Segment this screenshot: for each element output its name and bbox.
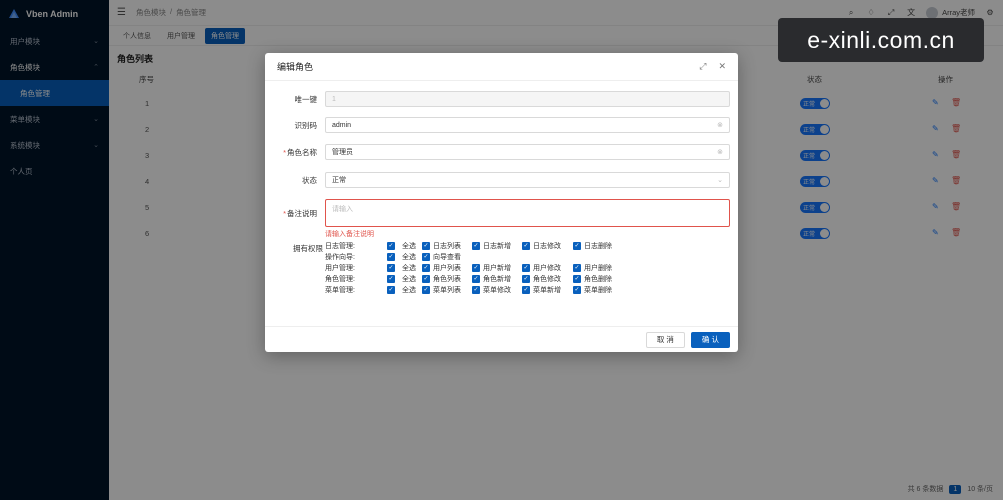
modal-header: 编辑角色 ⤢ ✕ xyxy=(265,53,738,81)
remark-textarea[interactable]: 请输入 xyxy=(325,199,730,227)
uid-label: 唯一键 xyxy=(294,94,318,104)
permission-group: 操作向导: xyxy=(325,254,355,261)
permission-row: 用户管理: ✓ 全选 ✓ 用户列表 ✓ 用户新增 ✓ 用户修改 ✓ 用户删除 xyxy=(325,263,725,273)
watermark: e-xinli.com.cn xyxy=(778,18,984,62)
permission-group: 日志管理: xyxy=(325,243,355,250)
checkbox-check-icon: ✓ xyxy=(387,264,395,272)
checkbox-check-icon: ✓ xyxy=(422,286,430,294)
status-label: 状态 xyxy=(302,175,317,185)
clear-icon[interactable]: ⊗ xyxy=(717,148,723,156)
permission-checkbox[interactable]: ✓ 全选 xyxy=(387,285,416,295)
cancel-button[interactable]: 取 消 xyxy=(645,331,685,348)
uid-field: 1 xyxy=(325,91,730,107)
permission-row: 角色管理: ✓ 全选 ✓ 角色列表 ✓ 角色新增 ✓ 角色修改 ✓ 角色删除 xyxy=(325,274,725,284)
checkbox-check-icon: ✓ xyxy=(422,275,430,283)
permission-checkbox[interactable]: ✓ 全选 xyxy=(387,263,416,273)
remark-label: *备注说明 xyxy=(283,208,317,218)
checkbox-check-icon: ✓ xyxy=(422,264,430,272)
permission-checkbox[interactable]: ✓ 向导查看 xyxy=(422,252,461,262)
checkbox-check-icon: ✓ xyxy=(522,242,530,250)
permission-checkbox[interactable]: ✓ 日志修改 xyxy=(522,241,561,251)
permission-checkbox[interactable]: ✓ 菜单修改 xyxy=(472,285,511,295)
form-row-remark: *备注说明 请输入 xyxy=(265,199,738,227)
permission-checkbox[interactable]: ✓ 用户修改 xyxy=(522,263,561,273)
permission-row: 日志管理: ✓ 全选 ✓ 日志列表 ✓ 日志新增 ✓ 日志修改 ✓ 日志删除 xyxy=(325,241,725,251)
chevron-down-icon: ⌄ xyxy=(717,177,723,184)
checkbox-check-icon: ✓ xyxy=(387,253,395,261)
checkbox-check-icon: ✓ xyxy=(573,275,581,283)
checkbox-check-icon: ✓ xyxy=(573,242,581,250)
permission-checkbox[interactable]: ✓ 用户删除 xyxy=(573,263,612,273)
permission-checkbox[interactable]: ✓ 菜单列表 xyxy=(422,285,461,295)
code-input[interactable]: admin ⊗ xyxy=(325,117,730,133)
checkbox-check-icon: ✓ xyxy=(472,264,480,272)
permission-checkbox[interactable]: ✓ 日志列表 xyxy=(422,241,461,251)
edit-role-modal: 编辑角色 ⤢ ✕ 唯一键 1 识别码 admin ⊗ *角色名称 管理员 ⊗ 状态 … xyxy=(265,53,738,352)
close-icon[interactable]: ✕ xyxy=(718,61,726,72)
modal-title: 编辑角色 xyxy=(277,62,314,72)
permission-checkbox[interactable]: ✓ 全选 xyxy=(387,241,416,251)
form-row-name: *角色名称 管理员 ⊗ xyxy=(265,144,738,160)
checkbox-check-icon: ✓ xyxy=(422,242,430,250)
form-row-code: 识别码 admin ⊗ xyxy=(265,117,738,133)
permission-checkbox[interactable]: ✓ 全选 xyxy=(387,252,416,262)
permission-group: 用户管理: xyxy=(325,265,355,272)
permission-checkbox[interactable]: ✓ 菜单删除 xyxy=(573,285,612,295)
checkbox-check-icon: ✓ xyxy=(573,264,581,272)
role-name-input[interactable]: 管理员 ⊗ xyxy=(325,144,730,160)
permission-checkbox[interactable]: ✓ 日志新增 xyxy=(472,241,511,251)
checkbox-check-icon: ✓ xyxy=(522,264,530,272)
checkbox-check-icon: ✓ xyxy=(422,253,430,261)
confirm-button[interactable]: 确 认 xyxy=(690,331,730,348)
code-label: 识别码 xyxy=(294,120,318,130)
modal-tools: ⤢ ✕ xyxy=(699,61,726,72)
permission-checkbox[interactable]: ✓ 角色删除 xyxy=(573,274,612,284)
permission-checkbox[interactable]: ✓ 角色修改 xyxy=(522,274,561,284)
checkbox-check-icon: ✓ xyxy=(387,275,395,283)
checkbox-check-icon: ✓ xyxy=(472,242,480,250)
permission-row: 菜单管理: ✓ 全选 ✓ 菜单列表 ✓ 菜单修改 ✓ 菜单新增 ✓ 菜单删除 xyxy=(325,285,725,295)
permission-checkbox[interactable]: ✓ 全选 xyxy=(387,274,416,284)
form-row-status: 状态 正常 ⌄ xyxy=(265,172,738,188)
permission-label: 拥有权限 xyxy=(293,244,323,253)
clear-icon[interactable]: ⊗ xyxy=(717,121,723,129)
name-label: *角色名称 xyxy=(283,147,317,157)
permission-checkbox[interactable]: ✓ 角色列表 xyxy=(422,274,461,284)
modal-footer: 取 消 确 认 xyxy=(265,326,738,352)
permission-checkbox[interactable]: ✓ 用户列表 xyxy=(422,263,461,273)
checkbox-check-icon: ✓ xyxy=(472,286,480,294)
permission-row: 操作向导: ✓ 全选 ✓ 向导查看 xyxy=(325,252,725,262)
fullscreen-icon[interactable]: ⤢ xyxy=(699,61,706,72)
checkbox-check-icon: ✓ xyxy=(573,286,581,294)
status-select[interactable]: 正常 ⌄ xyxy=(325,172,730,188)
remark-error: 请输入备注说明 xyxy=(325,231,374,238)
permission-checkbox[interactable]: ✓ 日志删除 xyxy=(573,241,612,251)
form-row-uid: 唯一键 1 xyxy=(265,91,738,107)
permission-checkbox[interactable]: ✓ 用户新增 xyxy=(472,263,511,273)
permission-group: 菜单管理: xyxy=(325,287,355,294)
checkbox-check-icon: ✓ xyxy=(472,275,480,283)
checkbox-check-icon: ✓ xyxy=(387,242,395,250)
checkbox-check-icon: ✓ xyxy=(387,286,395,294)
checkbox-check-icon: ✓ xyxy=(522,286,530,294)
permission-checkbox[interactable]: ✓ 角色新增 xyxy=(472,274,511,284)
permission-group: 角色管理: xyxy=(325,276,355,283)
checkbox-check-icon: ✓ xyxy=(522,275,530,283)
permission-checkbox[interactable]: ✓ 菜单新增 xyxy=(522,285,561,295)
